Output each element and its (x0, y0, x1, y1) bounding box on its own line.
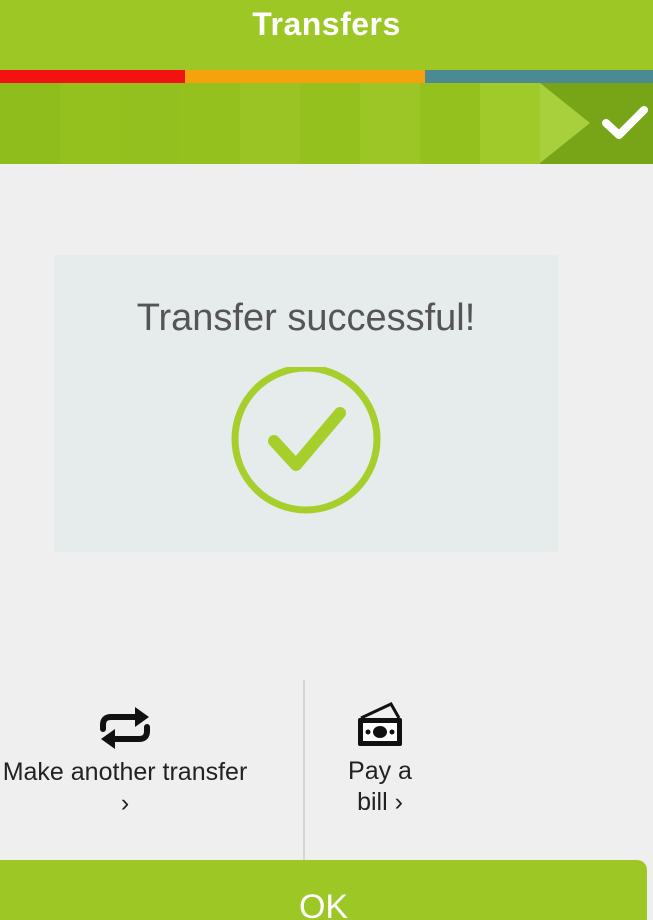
make-another-transfer-button[interactable]: Make another transfer › (0, 705, 270, 819)
ok-button[interactable]: OK (0, 860, 647, 920)
actions-divider (303, 680, 305, 860)
transfer-label: Make another transfer (2, 758, 248, 786)
step-stripe (480, 83, 540, 164)
repeat-arrows-icon (100, 707, 150, 749)
step-stripe (240, 83, 300, 164)
progress-bar (0, 70, 653, 83)
app-header: Transfers (0, 0, 653, 70)
step-stripe (0, 83, 60, 164)
step-stripe (360, 83, 420, 164)
progress-segment-orange (184, 70, 426, 83)
success-check-circle-icon (231, 367, 381, 514)
success-message: Transfer successful! (136, 297, 476, 339)
check-icon (602, 106, 648, 139)
progress-segment-red (0, 70, 185, 83)
success-card: Transfer successful! (54, 255, 558, 552)
step-chevron-icon (540, 83, 590, 163)
chevron-right-icon: › (120, 789, 130, 817)
step-stripe (120, 83, 180, 164)
ok-button-label: OK (298, 888, 349, 920)
bill-label-line1: Pay a (348, 757, 412, 785)
pay-a-bill-button[interactable]: Pay a bill › (320, 700, 440, 818)
page-title: Transfers (252, 6, 401, 42)
money-bill-icon (358, 702, 402, 746)
steps-strip (0, 83, 653, 164)
chevron-right-icon: › (394, 788, 403, 816)
bill-label-line2: bill (357, 788, 388, 816)
progress-segment-teal (425, 70, 653, 83)
